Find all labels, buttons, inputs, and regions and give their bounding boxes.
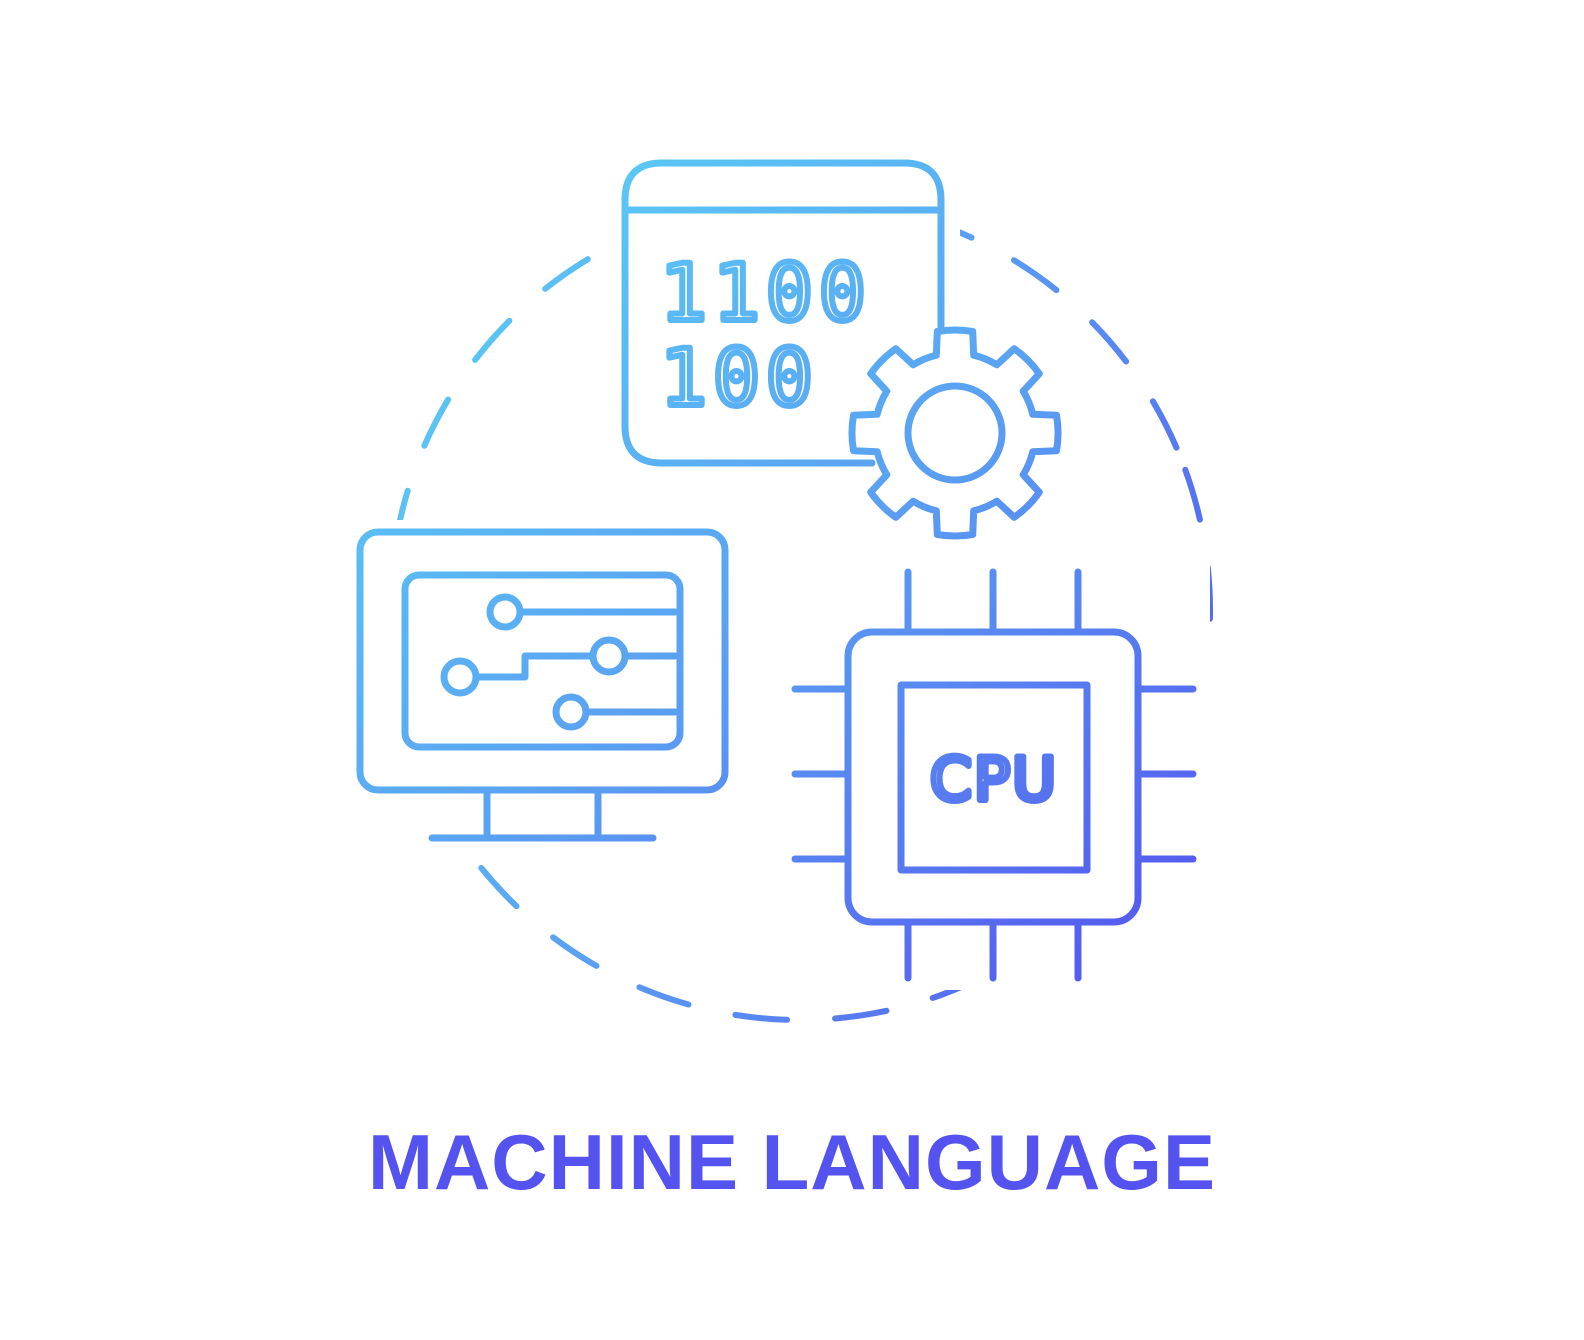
binary-line-1: 1100 xyxy=(660,249,872,339)
cpu-label: CPU xyxy=(930,745,1058,815)
binary-line-2: 100 xyxy=(660,334,819,424)
page-title: MACHINE LANGUAGE xyxy=(368,1118,1216,1206)
